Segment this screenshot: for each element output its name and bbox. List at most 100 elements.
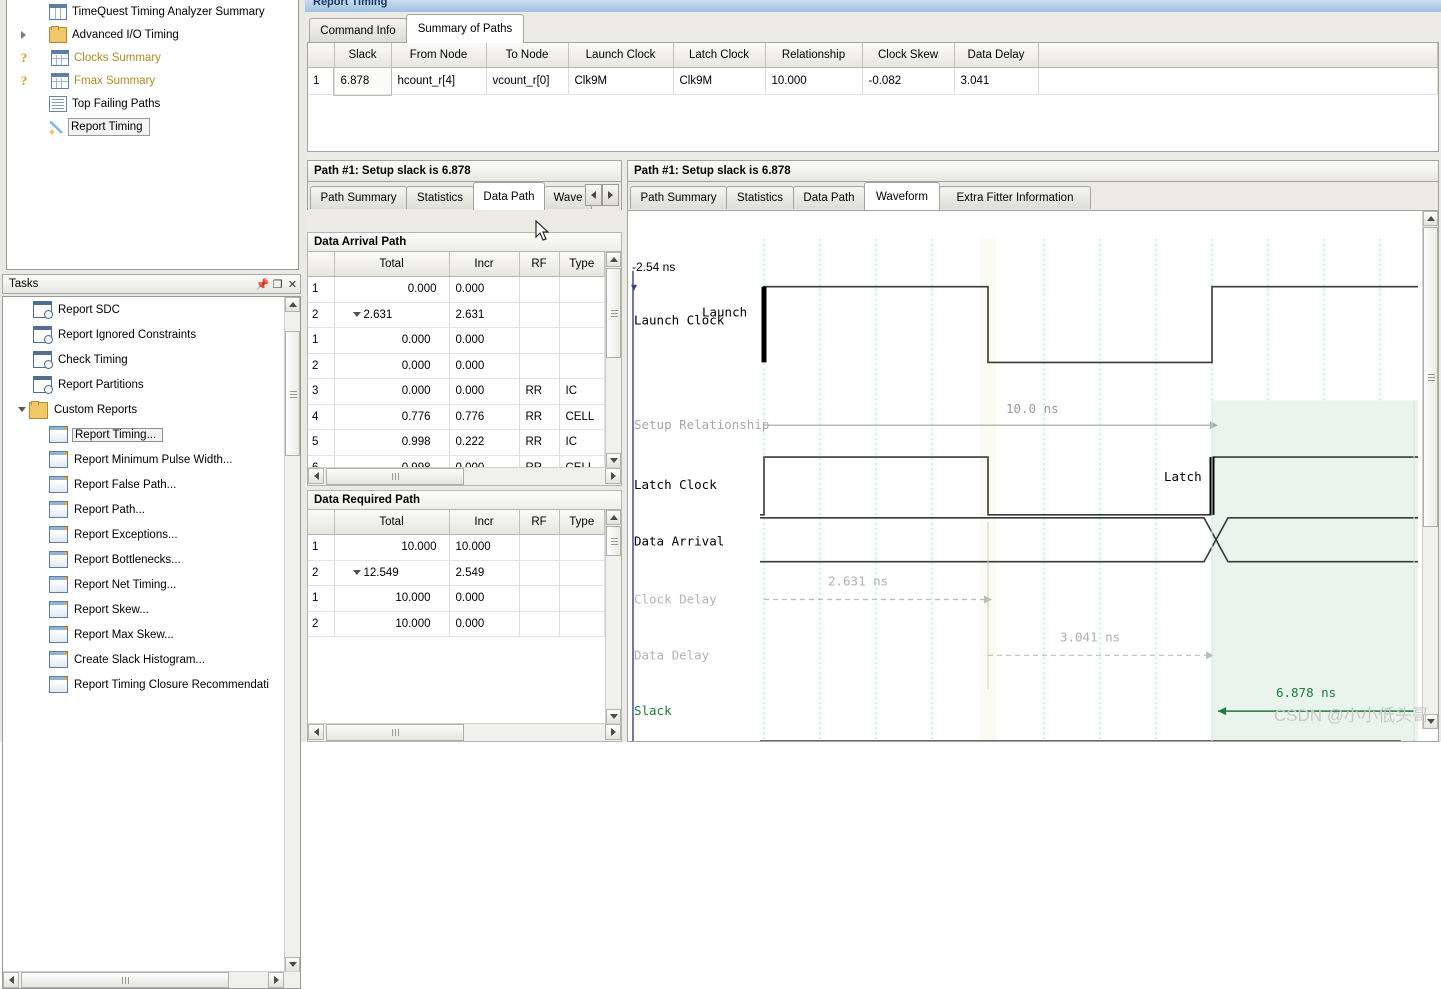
cell-relationship[interactable]: 10.000 bbox=[765, 67, 863, 95]
arrival-cell-rf[interactable] bbox=[519, 327, 560, 354]
arrival-cell-rf[interactable] bbox=[519, 302, 560, 328]
waveform-vertical-scrollbar[interactable] bbox=[1422, 211, 1438, 729]
summary-col-header[interactable]: Relationship bbox=[765, 43, 863, 68]
arrival-cell-rf[interactable] bbox=[519, 276, 560, 303]
required-cell-rf[interactable] bbox=[519, 560, 560, 586]
tab-summary-of-paths[interactable]: Summary of Paths bbox=[406, 14, 524, 43]
arrival-cell-incr[interactable]: 0.222 bbox=[449, 429, 520, 456]
chevron-right-icon[interactable] bbox=[602, 184, 619, 206]
arrival-scroll-thumb[interactable] bbox=[606, 268, 621, 358]
required-cell-total[interactable]: 10.000 bbox=[334, 534, 450, 561]
arrival-cell-type[interactable]: CELL bbox=[559, 404, 605, 430]
summary-col-header[interactable] bbox=[308, 43, 335, 68]
arrival-row[interactable]: 1 0.000 0.000 bbox=[308, 327, 605, 354]
arrival-cell-total[interactable]: 0.000 bbox=[334, 276, 450, 303]
arrival-scroll-left-button[interactable] bbox=[308, 468, 324, 484]
task-item-report-false-path[interactable]: Report False Path... bbox=[3, 472, 286, 497]
arrival-cell-incr[interactable]: 0.000 bbox=[449, 276, 520, 303]
arrival-cell-incr[interactable]: 0.000 bbox=[449, 327, 520, 354]
collapse-arrow-icon[interactable] bbox=[352, 312, 361, 318]
summary-col-header[interactable]: Data Delay bbox=[954, 43, 1039, 68]
arrival-row[interactable]: 3 0.000 0.000 RR IC bbox=[308, 378, 605, 405]
required-row[interactable]: 1 10.000 10.000 bbox=[308, 534, 605, 561]
required-col-header[interactable]: Incr bbox=[449, 510, 520, 535]
cell-data-delay[interactable]: 3.041 bbox=[954, 67, 1039, 95]
nav-item-report-timing[interactable]: Report Timing bbox=[7, 115, 298, 138]
subtab-data-path[interactable]: Data Path bbox=[473, 182, 545, 210]
required-scroll-thumb[interactable] bbox=[606, 526, 621, 556]
required-cell-incr[interactable]: 2.549 bbox=[449, 560, 520, 586]
nav-item-timequest-timing-analyzer-summary[interactable]: TimeQuest Timing Analyzer Summary bbox=[7, 0, 298, 23]
cell-launch-clock[interactable]: Clk9M bbox=[568, 67, 674, 95]
nav-item-advanced-i-o-timing[interactable]: Advanced I/O Timing bbox=[7, 23, 298, 46]
subtab-statistics[interactable]: Statistics bbox=[406, 186, 474, 209]
arrival-cell-type[interactable]: IC bbox=[559, 378, 605, 405]
arrival-cell-incr[interactable]: 0.000 bbox=[449, 378, 520, 405]
task-item-report-partitions[interactable]: Report Partitions bbox=[3, 372, 286, 397]
required-cell-total[interactable]: 10.000 bbox=[334, 611, 450, 637]
summary-col-header[interactable]: Launch Clock bbox=[568, 43, 674, 68]
task-item-report-timing[interactable]: Report Timing... bbox=[3, 422, 286, 447]
summary-table-row[interactable]: 1 6.878 hcount_r[4] vcount_r[0] Clk9M Clk9M 10… bbox=[308, 66, 1438, 96]
tab-scroll-spinner[interactable] bbox=[585, 184, 619, 206]
required-cell-incr[interactable]: 0.000 bbox=[449, 611, 520, 637]
arrival-cell-rf[interactable]: RR bbox=[519, 378, 560, 405]
arrival-cell-incr[interactable]: 0.000 bbox=[449, 353, 520, 379]
task-item-custom-reports[interactable]: Custom Reports bbox=[3, 397, 286, 422]
subtab-right-extra-fitter-information[interactable]: Extra Fitter Information bbox=[939, 186, 1091, 209]
cell-clock-skew[interactable]: -0.082 bbox=[862, 67, 955, 95]
chevron-left-icon[interactable] bbox=[585, 184, 602, 206]
required-col-header[interactable] bbox=[308, 510, 335, 535]
scroll-thumb[interactable] bbox=[285, 331, 300, 456]
task-item-report-bottlenecks[interactable]: Report Bottlenecks... bbox=[3, 547, 286, 572]
task-item-report-path[interactable]: Report Path... bbox=[3, 497, 286, 522]
arrival-cell-total[interactable]: 0.000 bbox=[334, 327, 450, 354]
row-index[interactable]: 1 bbox=[308, 67, 335, 95]
arrival-row[interactable]: 1 0.000 0.000 bbox=[308, 276, 605, 303]
scroll-right-button[interactable] bbox=[268, 972, 284, 988]
task-item-report-ignored-constraints[interactable]: Report Ignored Constraints bbox=[3, 322, 286, 347]
required-cell-rf[interactable] bbox=[519, 585, 560, 612]
summary-col-header[interactable]: To Node bbox=[486, 43, 569, 68]
arrival-row[interactable]: 5 0.998 0.222 RR IC bbox=[308, 429, 605, 456]
cell-slack[interactable]: 6.878 bbox=[333, 66, 392, 96]
arrival-col-header[interactable] bbox=[308, 252, 335, 277]
nav-item-fmax-summary[interactable]: ? Fmax Summary bbox=[7, 69, 298, 92]
arrival-cell-type[interactable] bbox=[559, 276, 605, 303]
required-cell-rf[interactable] bbox=[519, 534, 560, 561]
arrival-cell-type[interactable] bbox=[559, 302, 605, 328]
task-item-report-net-timing[interactable]: Report Net Timing... bbox=[3, 572, 286, 597]
scroll-left-button[interactable] bbox=[3, 972, 19, 988]
required-scroll-left-button[interactable] bbox=[308, 724, 324, 740]
summary-col-header[interactable]: Latch Clock bbox=[673, 43, 766, 68]
arrival-vertical-scrollbar[interactable] bbox=[605, 252, 621, 468]
subtab-right-data-path[interactable]: Data Path bbox=[793, 186, 865, 209]
required-vertical-scrollbar[interactable] bbox=[605, 510, 621, 724]
task-item-check-timing[interactable]: Check Timing bbox=[3, 347, 286, 372]
scroll-up-button[interactable] bbox=[285, 297, 300, 312]
required-cell-type[interactable] bbox=[559, 585, 605, 612]
required-hscroll-thumb[interactable] bbox=[326, 724, 464, 741]
task-item-report-timing-closure-recommendati[interactable]: Report Timing Closure Recommendati bbox=[3, 672, 286, 697]
required-cell-incr[interactable]: 10.000 bbox=[449, 534, 520, 561]
required-row[interactable]: 1 10.000 0.000 bbox=[308, 585, 605, 612]
required-scroll-up-button[interactable] bbox=[606, 510, 621, 525]
required-scroll-right-button[interactable] bbox=[605, 724, 621, 740]
required-col-header[interactable]: RF bbox=[519, 510, 560, 535]
required-horizontal-scrollbar[interactable] bbox=[308, 723, 621, 741]
arrival-cell-total[interactable]: 0.776 bbox=[334, 404, 450, 430]
task-item-report-exceptions[interactable]: Report Exceptions... bbox=[3, 522, 286, 547]
nav-item-top-failing-paths[interactable]: Top Failing Paths bbox=[7, 92, 298, 115]
cell-to-node[interactable]: vcount_r[0] bbox=[486, 67, 569, 95]
nav-item-clocks-summary[interactable]: ? Clocks Summary bbox=[7, 46, 298, 69]
arrival-cell-rf[interactable] bbox=[519, 353, 560, 379]
arrival-cell-total[interactable]: 0.998 bbox=[334, 429, 450, 456]
arrival-col-header[interactable]: Type bbox=[559, 252, 605, 277]
close-icon[interactable]: ✕ bbox=[285, 276, 300, 292]
arrival-cell-incr[interactable]: 0.776 bbox=[449, 404, 520, 430]
required-cell-incr[interactable]: 0.000 bbox=[449, 585, 520, 612]
summary-col-header[interactable]: Slack bbox=[334, 43, 392, 68]
cell-filler[interactable] bbox=[1038, 67, 1438, 95]
tasks-horizontal-scrollbar[interactable] bbox=[3, 971, 300, 988]
subtab-path-summary[interactable]: Path Summary bbox=[310, 186, 407, 209]
